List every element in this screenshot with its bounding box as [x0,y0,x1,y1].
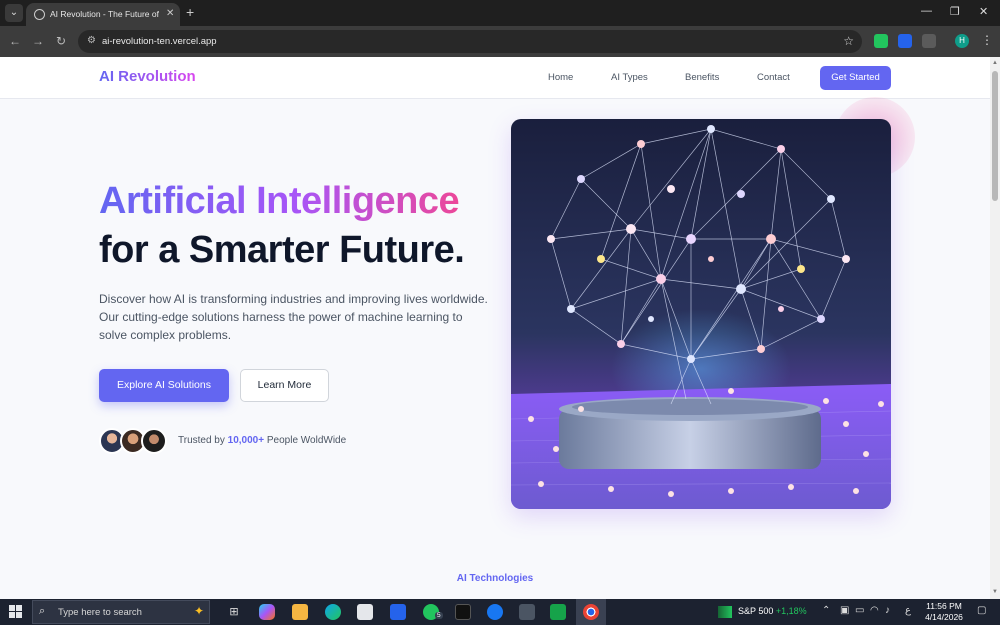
meet-icon[interactable]: ▣ [840,605,849,616]
scroll-down-arrow-icon[interactable]: ▼ [992,589,998,595]
security-shield-icon[interactable] [519,604,535,620]
close-window-button[interactable]: ✕ [979,5,988,18]
trusted-count: 10,000+ [227,435,265,446]
trusted-prefix: Trusted by [178,435,225,446]
hero-title: for a Smarter Future. [99,229,465,271]
browser-tab[interactable]: AI Revolution - The Future of AI ✕ [26,3,180,26]
trusted-by-text: Trusted by 10,000+ People WoldWide [178,435,346,446]
avatar [141,428,167,454]
task-view-icon[interactable]: ⊞ [226,604,242,620]
nav-ai-types[interactable]: AI Types [611,72,648,83]
tab-search-button[interactable]: ⌄ [5,4,23,22]
copilot-sparkle-icon[interactable]: ✦ [194,604,204,618]
get-started-button[interactable]: Get Started [820,66,891,90]
site-header: AI Revolution Home AI Types Benefits Con… [0,57,990,99]
windows-taskbar: ⌕ Type here to search ✦ ⊞ 5 S&P 500 +1,1… [0,599,1000,625]
url-text: ai-revolution-ten.vercel.app [102,36,217,47]
forward-icon[interactable]: → [32,34,44,48]
notifications-icon[interactable]: ▢ [977,605,986,616]
chrome-menu-icon[interactable]: ⋮ [981,33,993,47]
extension-icon-blue[interactable] [898,34,912,48]
globe-icon [34,9,45,20]
trusted-suffix: People WoldWide [266,435,347,446]
volume-icon[interactable]: ♪ [885,605,890,616]
nav-benefits[interactable]: Benefits [685,72,719,83]
address-bar[interactable]: ⚙ ai-revolution-ten.vercel.app ☆ [78,30,862,53]
hero-neural-network-image [511,119,891,509]
extension-icon-green[interactable] [874,34,888,48]
whatsapp-badge: 5 [435,612,443,619]
stock-ticker[interactable]: S&P 500 +1,18% [738,606,807,616]
battery-icon[interactable]: ▭ [855,605,864,616]
explore-ai-solutions-button[interactable]: Explore AI Solutions [99,369,229,402]
back-icon[interactable]: ← [9,34,21,48]
edge-browser-icon[interactable] [325,604,341,620]
wifi-icon[interactable]: ◠ [870,605,879,616]
mail-icon[interactable] [390,604,406,620]
facebook-icon[interactable] [487,604,503,620]
site-logo[interactable]: AI Revolution [99,68,196,85]
reload-icon[interactable]: ↻ [56,34,66,48]
browser-tab-strip: ⌄ AI Revolution - The Future of AI ✕ + —… [0,0,1000,26]
scrollbar-thumb[interactable] [992,71,998,201]
windows-start-icon[interactable] [9,605,22,618]
language-indicator-icon[interactable]: ع [905,605,911,616]
new-tab-button[interactable]: + [186,4,194,20]
file-explorer-icon[interactable] [292,604,308,620]
clock-time: 11:56 PM [926,601,962,611]
stock-name: S&P 500 [738,606,774,616]
clock-date: 4/14/2026 [925,612,963,622]
close-tab-icon[interactable]: ✕ [166,8,174,19]
hero-description: Discover how AI is transforming industri… [99,292,488,342]
tiktok-icon[interactable] [455,604,471,620]
taskbar-search-placeholder: Type here to search [58,607,142,618]
learn-more-button[interactable]: Learn More [240,369,329,402]
stock-chart-icon [718,606,732,618]
nav-contact[interactable]: Contact [757,72,790,83]
browser-toolbar: ← → ↻ ⚙ ai-revolution-ten.vercel.app ☆ [0,26,1000,57]
extensions-puzzle-icon[interactable] [922,34,936,48]
scroll-up-arrow-icon[interactable]: ▲ [992,60,998,66]
minimize-button[interactable]: — [921,5,932,17]
bookmark-star-icon[interactable]: ☆ [843,34,854,48]
stock-change: +1,18% [775,606,807,616]
microsoft-store-icon[interactable] [357,604,373,620]
pycharm-icon[interactable] [550,604,566,620]
hero-title-gradient: Artificial Intelligence [99,180,460,222]
system-clock[interactable]: 11:56 PM 4/14/2026 [917,601,971,623]
page-scrollbar[interactable]: ▲ ▼ [990,57,1000,599]
web-page: AI Revolution Home AI Types Benefits Con… [0,57,990,599]
section-eyebrow: AI Technologies [456,573,534,584]
search-icon: ⌕ [39,605,46,617]
copilot-app-icon[interactable] [259,604,275,620]
profile-avatar[interactable]: H [955,34,969,48]
chrome-taskbar-icon[interactable] [583,604,599,620]
restore-button[interactable]: ❐ [950,5,960,18]
nav-home[interactable]: Home [548,72,573,83]
tray-chevron-icon[interactable]: ⌃ [822,605,830,616]
site-info-icon[interactable]: ⚙ [87,35,96,46]
tab-title: AI Revolution - The Future of AI [50,9,160,19]
taskbar-search-box[interactable]: ⌕ Type here to search ✦ [32,600,210,624]
